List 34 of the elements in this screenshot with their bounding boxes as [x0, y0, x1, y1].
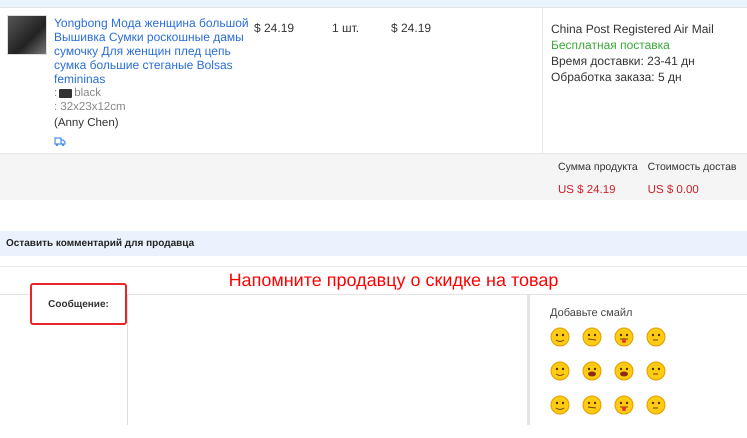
- emoji-icon[interactable]: [646, 395, 666, 415]
- shipping-method: China Post Registered Air Mail: [551, 22, 715, 36]
- color-option: : black: [54, 86, 102, 100]
- seller-name: (Anny Chen): [54, 116, 119, 130]
- emoji-icon[interactable]: [550, 395, 570, 415]
- summary-value: US $ 0.00: [648, 184, 700, 196]
- emoji-icon[interactable]: [582, 327, 602, 347]
- emoji-icon[interactable]: [646, 327, 666, 347]
- free-shipping: Бесплатная поставка: [551, 38, 671, 52]
- hint-text: Напомните продавцу о скидке на товар: [228, 270, 558, 291]
- quantity: 1 шт.: [332, 20, 360, 37]
- emoji-icon[interactable]: [582, 361, 602, 381]
- message-label: Сообщение:: [30, 283, 127, 325]
- product-link[interactable]: Yongbong Мода женщина большой Вышивка Сумки роскошные дамы сумочку Для женщин плед цепь сумка большие стеганые Bolsas femininas: [54, 16, 254, 86]
- message-field[interactable]: [127, 295, 530, 425]
- processing-time: Обработка заказа: 5 дн: [551, 70, 683, 84]
- price: $ 24.19: [254, 20, 296, 37]
- emoji-icon[interactable]: [550, 361, 570, 381]
- total: $ 24.19: [391, 20, 432, 37]
- emoji-icon[interactable]: [614, 395, 634, 415]
- emoji-icon[interactable]: [646, 361, 666, 381]
- size-option: : 32x23x12cm: [54, 100, 126, 114]
- summary-label: Стоимость достав: [648, 161, 736, 173]
- emoji-icon[interactable]: [614, 327, 634, 347]
- summary-label: Сумма продукта: [558, 161, 638, 173]
- truck-icon: [54, 137, 66, 147]
- section-title: Оставить комментарий для продавца: [6, 238, 194, 249]
- photo-placeholder: [7, 15, 47, 55]
- emoji-icon[interactable]: [582, 395, 602, 415]
- emoji-icon[interactable]: [614, 361, 634, 381]
- emoji-title: Добавьте смайл: [550, 307, 634, 319]
- emoji-icon[interactable]: [550, 327, 570, 347]
- delivery-time: Время доставки: 23-41 дн: [551, 54, 696, 68]
- summary-value: US $ 24.19: [558, 184, 617, 196]
